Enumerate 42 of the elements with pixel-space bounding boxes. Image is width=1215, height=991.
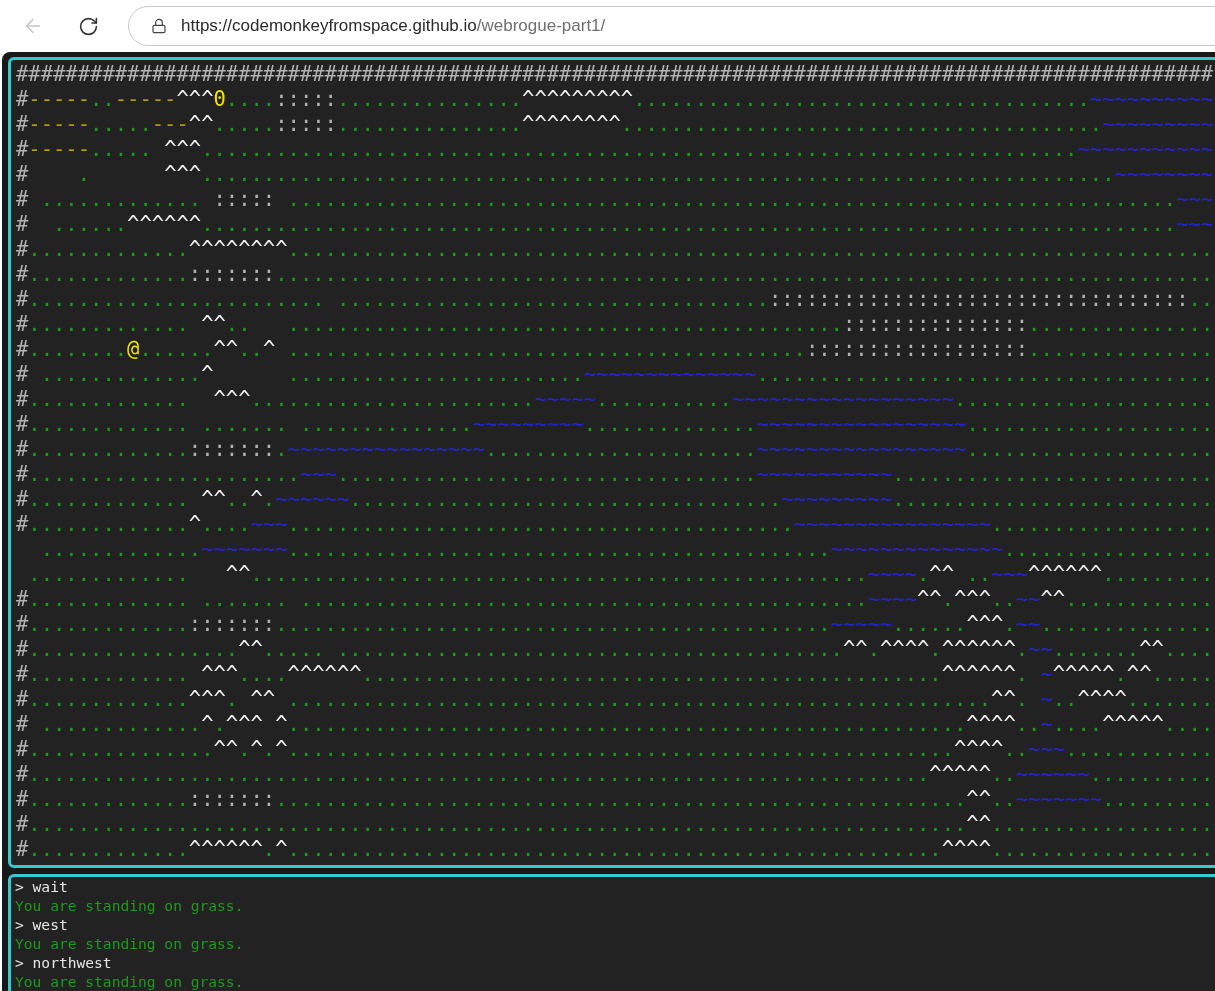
message-line: You are standing on grass. [15,972,244,991]
message-line: You are standing on grass. [15,896,244,915]
map-row: # . ^^^..........................................................................~~~~~~~~ [16,162,1214,187]
map-row: #.............:::::::........................................................^^..~~~~~~~......... [16,787,1214,812]
map-row: # ......^^^^^^...............................................................................~~~ [16,212,1214,237]
map-row: ################################################################################################# [16,62,1214,87]
map-row: #............. ^^^.......................~~~~~...........~~~~~~~~~~~~~~~~~~..................... [16,387,1214,412]
command-line: > wait [15,877,68,896]
map-row: # .............^.^^^ ^.......................................................^^^^..~....^^^^^.... [16,712,1214,737]
map-row: #.............^^^^^^.^.....................................................^^^^.................. [16,837,1214,862]
map-row: #........@......^^..^ ..........................................::::::::::::::::::............... [16,337,1214,362]
map-row: #.............^^^^^^^^........................................................................... [16,237,1214,262]
address-text: https://codemonkeyfromspace.github.io/webrogue-part1/ [181,16,606,36]
map-row: #-----..... ^^^.......................................................................~~~~~~~~~~~ [16,137,1214,162]
map-row: #............................................................................^^.................. [16,812,1214,837]
address-bar[interactable]: https://codemonkeyfromspace.github.io/webrogue-part1/ [128,6,1215,46]
map-row: #-----.....---^^.....:::::...............^^^^^^^^.......................................~~~~~~~~~ [16,112,1214,137]
map-row: #.............:::::::............................................................................ [16,262,1214,287]
map-row: #......................~~~..................................~~~~~~~~~~~.......................... [16,462,1214,487]
map-row: #.............:::::::.............................................~~~~~......^^^.~~.............. [16,612,1214,637]
lock-icon [151,18,167,34]
map-row: #............. ^^^....^^^^^^...............................................^^^^^^. ~^^^^^.^^..... [16,662,1214,687]
map-row-text: .............~~~~~~~............................................~~~~~~~~~~~~~~................. [39,537,1214,562]
map-row: #............. ^^..^.~~~~~~...................................~~~~~~~~~.......................... [16,487,1214,512]
map-row: # ............. ::::: ........................................................................~~~ [16,187,1214,212]
command-line: > northwest [15,953,112,972]
map-row: #.............^^^. ^^ .........................................................^^. ~..^^^^....... [16,687,1214,712]
map-row: #-----..-----^^^0....:::::...............^^^^^^^^^.....................................~~~~~~~~~~ [16,87,1214,112]
message-line: You are standing on grass. [15,934,244,953]
map-row: #...............^^.^.^......................................................^^^^..~~~............ [16,737,1214,762]
map-row: #.........................................................................^^^^^..~~~~~~.......... [16,762,1214,787]
reload-icon [77,15,99,37]
map-row: #.............:::::::.~~~~~~~~~~~~~~~~......................~~~~~~~~~~~~~~~~~.................... [16,437,1214,462]
map-row: #.............^....~~~.........................................~~~~~~~~~~~~~~~~.................. [16,512,1214,537]
map-row-text: ............. ^^..................................................~~~~.^^ ..~~~^^^^^^......... [27,562,1214,587]
map-row: #........................ ...................................::::::::::::::::::::::::::::::::::.. [16,287,1214,312]
map-row: #.................^^..... .........................................^^.^^^^.^^^^^^.~~.......^^.... [16,637,1214,662]
map-row: #............. ....... ..............~~~~~~~~~..............~~~~~~~~~~~~~~~~~.................... [16,412,1214,437]
map-row: # .............^ ........................~~~~~~~~~~~~~~..................................... [16,362,1214,387]
map-row: #............. ^^.. .............................................:::::::::::::::............... [16,312,1214,337]
map-row: #............. ....... ..............................................~~~~^^.^^^..~~^^............ [16,587,1214,612]
command-line: > west [15,915,68,934]
